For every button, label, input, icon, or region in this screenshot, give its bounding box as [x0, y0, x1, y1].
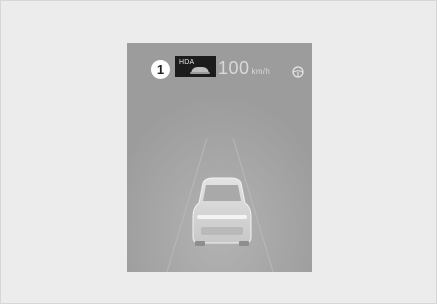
set-speed-readout: 100 km/h — [218, 58, 270, 79]
car-icon — [190, 67, 210, 74]
speed-value: 100 — [218, 58, 250, 78]
vehicle-rear-icon — [192, 177, 252, 246]
figure-frame: 1 HDA 100 km/h — [0, 0, 437, 304]
speed-unit: km/h — [251, 67, 271, 76]
steering-wheel-icon — [292, 66, 304, 78]
callout-number-badge: 1 — [151, 60, 170, 79]
cluster-display: 1 HDA 100 km/h — [127, 43, 312, 272]
hda-indicator: HDA — [175, 56, 216, 77]
